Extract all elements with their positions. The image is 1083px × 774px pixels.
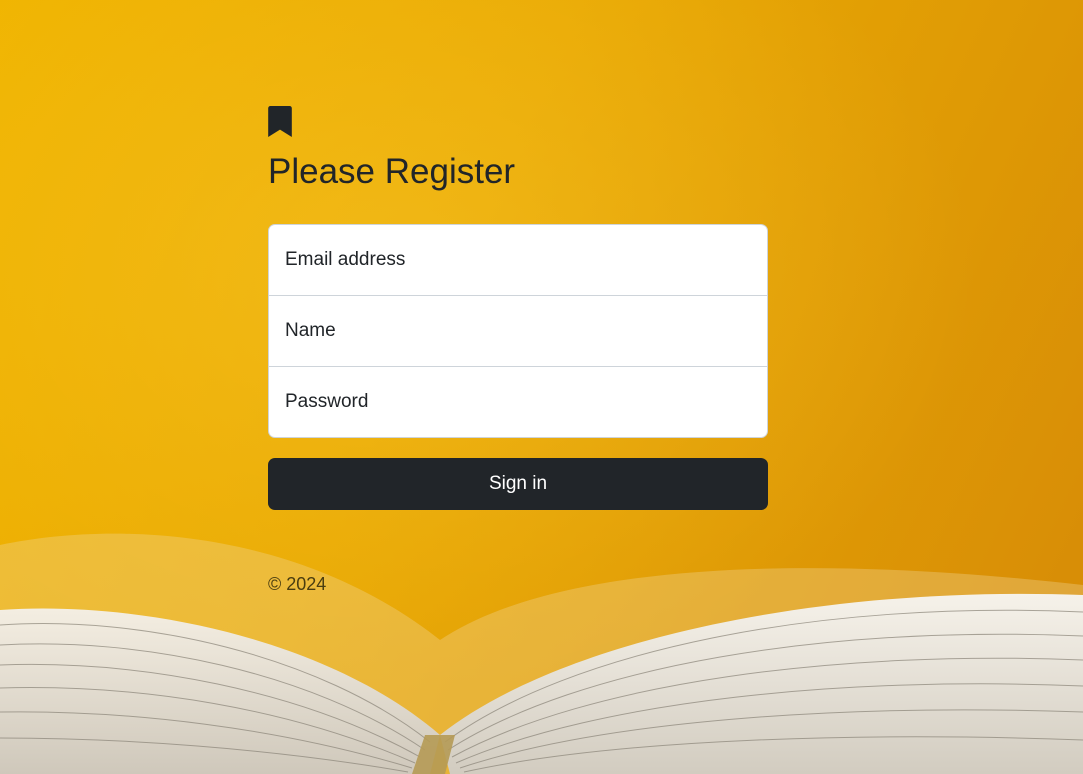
field-group: Email address Name Password <box>268 224 768 438</box>
bookmark-icon <box>268 106 292 137</box>
password-field-label: Password <box>285 391 369 412</box>
register-form: Please Register Email address Name Passw… <box>268 106 768 613</box>
password-field[interactable]: Password <box>268 366 768 438</box>
name-field-label: Name <box>285 320 336 341</box>
email-field[interactable]: Email address <box>268 224 768 296</box>
page-title: Please Register <box>268 152 516 191</box>
email-field-label: Email address <box>285 249 406 270</box>
sign-in-button[interactable]: Sign in <box>268 458 768 510</box>
name-field[interactable]: Name <box>268 295 768 367</box>
copyright-text: © 2024 <box>268 574 327 594</box>
